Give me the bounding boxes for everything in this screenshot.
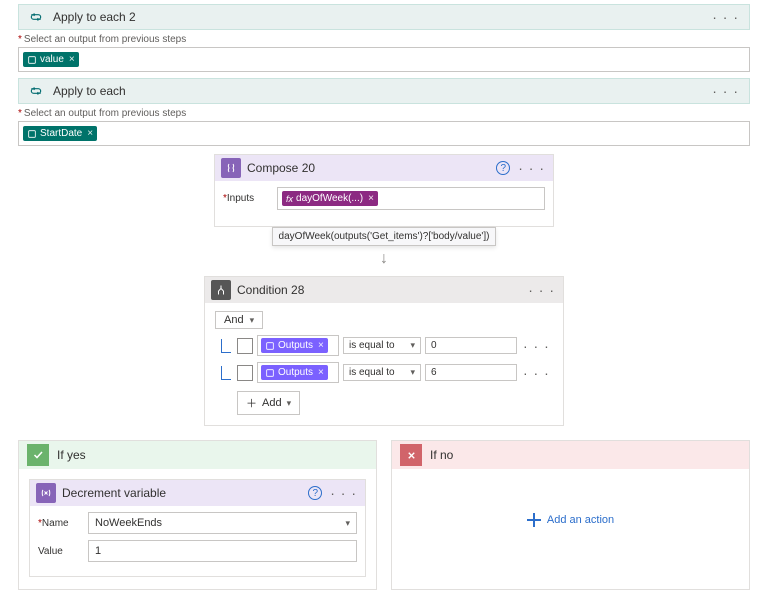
if-no-title: If no	[430, 448, 453, 462]
left-operand-field[interactable]: Outputs ×	[257, 335, 339, 356]
row-more-icon[interactable]: · · ·	[521, 339, 552, 353]
token-remove-icon[interactable]: ×	[318, 340, 324, 351]
apply-to-each-2-title: Apply to each 2	[53, 10, 710, 24]
compose-card: Compose 20 ? · · · *Inputs fx dayOfWeek(…	[214, 154, 554, 227]
outer-output-label: *Select an output from previous steps	[18, 34, 768, 45]
condition-card: Condition 28 · · · And ▾ Outputs ×	[204, 276, 564, 426]
outputs-token[interactable]: Outputs ×	[261, 338, 328, 353]
if-yes-header[interactable]: If yes	[19, 441, 376, 469]
apply-to-each-2-header[interactable]: Apply to each 2 · · ·	[18, 4, 750, 30]
condition-row: Outputs × is equal to▾ 0 · · ·	[215, 335, 553, 356]
apply-to-each-title: Apply to each	[53, 84, 710, 98]
condition-title: Condition 28	[237, 283, 526, 297]
apply-to-each-header[interactable]: Apply to each · · ·	[18, 78, 750, 104]
fx-token[interactable]: fx dayOfWeek(...) ×	[282, 191, 378, 206]
decrement-variable-card: Decrement variable ? · · · *Name NoWeekE…	[29, 479, 366, 577]
arrow-down-icon: ↓	[18, 250, 750, 268]
value-label: Value	[38, 546, 88, 557]
compose-header[interactable]: Compose 20 ? · · ·	[215, 155, 553, 181]
if-no-header[interactable]: If no	[392, 441, 749, 469]
decrement-variable-header[interactable]: Decrement variable ? · · ·	[30, 480, 365, 506]
token-remove-icon[interactable]: ×	[87, 128, 93, 139]
branch-line	[221, 366, 231, 380]
loop-icon	[27, 8, 45, 26]
help-icon[interactable]: ?	[308, 486, 322, 500]
if-yes-title: If yes	[57, 448, 86, 462]
right-operand-field[interactable]: 6	[425, 364, 517, 381]
inner-output-field[interactable]: StartDate ×	[18, 121, 750, 146]
expression-tooltip: dayOfWeek(outputs('Get_items')?['body/va…	[272, 227, 497, 246]
more-icon[interactable]: · · ·	[328, 486, 359, 500]
row-checkbox[interactable]	[237, 365, 253, 381]
operator-dropdown[interactable]: is equal to▾	[343, 364, 421, 381]
condition-header[interactable]: Condition 28 · · ·	[205, 277, 563, 303]
token-remove-icon[interactable]: ×	[368, 193, 374, 204]
variable-icon	[36, 483, 56, 503]
add-action-button[interactable]: Add an action	[402, 513, 739, 527]
more-icon[interactable]: · · ·	[526, 283, 557, 297]
plus-icon	[527, 513, 541, 527]
chevron-down-icon: ▾	[287, 398, 292, 409]
compose-title: Compose 20	[247, 161, 496, 175]
if-yes-branch: If yes Decrement variable ? · · · *Name	[18, 440, 377, 590]
name-label: *Name	[38, 518, 88, 529]
value-token[interactable]: value ×	[23, 52, 79, 67]
compose-icon	[221, 158, 241, 178]
loop-icon	[27, 82, 45, 100]
more-icon[interactable]: · · ·	[710, 10, 741, 24]
row-checkbox[interactable]	[237, 338, 253, 354]
token-remove-icon[interactable]: ×	[318, 367, 324, 378]
inputs-field[interactable]: fx dayOfWeek(...) ×	[277, 187, 545, 210]
chevron-down-icon: ▾	[410, 340, 415, 351]
if-no-branch: If no Add an action	[391, 440, 750, 590]
condition-row: Outputs × is equal to▾ 6 · · ·	[215, 362, 553, 383]
chevron-down-icon: ▾	[410, 367, 415, 378]
left-operand-field[interactable]: Outputs ×	[257, 362, 339, 383]
check-icon	[27, 444, 49, 466]
inputs-label: *Inputs	[223, 193, 271, 204]
startdate-token[interactable]: StartDate ×	[23, 126, 97, 141]
outer-output-field[interactable]: value ×	[18, 47, 750, 72]
plus-icon: ＋	[246, 395, 257, 411]
branch-line	[221, 339, 231, 353]
inner-output-label: *Select an output from previous steps	[18, 108, 750, 119]
value-input[interactable]: 1	[88, 540, 357, 562]
row-more-icon[interactable]: · · ·	[521, 366, 552, 380]
decrement-variable-title: Decrement variable	[62, 486, 308, 500]
help-icon[interactable]: ?	[496, 161, 510, 175]
add-row-button[interactable]: ＋ Add ▾	[237, 391, 300, 415]
more-icon[interactable]: · · ·	[710, 84, 741, 98]
right-operand-field[interactable]: 0	[425, 337, 517, 354]
chevron-down-icon: ▾	[250, 315, 255, 326]
operator-dropdown[interactable]: is equal to▾	[343, 337, 421, 354]
chevron-down-icon: ▾	[345, 518, 350, 529]
close-icon	[400, 444, 422, 466]
condition-icon	[211, 280, 231, 300]
more-icon[interactable]: · · ·	[516, 161, 547, 175]
token-remove-icon[interactable]: ×	[69, 54, 75, 65]
name-dropdown[interactable]: NoWeekEnds ▾	[88, 512, 357, 534]
outputs-token[interactable]: Outputs ×	[261, 365, 328, 380]
logic-dropdown[interactable]: And ▾	[215, 311, 263, 329]
